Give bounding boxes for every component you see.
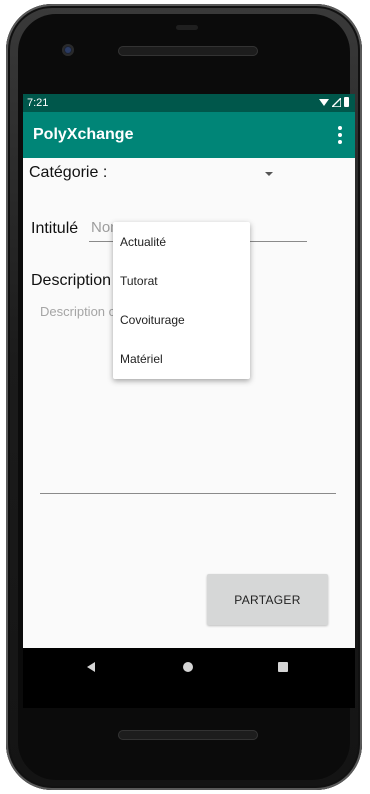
status-time: 7:21 <box>27 97 49 109</box>
category-option-materiel[interactable]: Matériel <box>113 339 250 378</box>
more-vert-icon[interactable] <box>337 126 343 144</box>
share-button[interactable]: PARTAGER <box>207 574 328 625</box>
front-camera <box>62 44 74 56</box>
title-label: Intitulé <box>31 220 79 237</box>
description-label: Description <box>31 272 112 289</box>
signal-icon <box>332 97 341 107</box>
app-title: PolyXchange <box>33 126 134 143</box>
category-dropdown-menu: Actualité Tutorat Covoiturage Matériel <box>113 222 250 379</box>
status-icons <box>319 97 349 107</box>
top-speaker-grille <box>118 46 258 56</box>
category-label: Catégorie : <box>29 164 108 181</box>
app-bar: PolyXchange <box>23 112 355 158</box>
back-icon[interactable] <box>87 662 95 672</box>
post-form: Catégorie : Intitulé Description PARTAGE… <box>23 158 355 648</box>
bottom-speaker-grille <box>118 730 258 740</box>
category-option-tutorat[interactable]: Tutorat <box>113 261 250 300</box>
category-option-covoiturage[interactable]: Covoiturage <box>113 300 250 339</box>
battery-icon <box>344 97 349 107</box>
device-screen: 7:21 PolyXchange Catégorie : Intitulé De… <box>23 94 355 708</box>
category-option-actualite[interactable]: Actualité <box>113 222 250 261</box>
recents-icon[interactable] <box>278 662 288 672</box>
status-bar: 7:21 <box>23 94 355 112</box>
wifi-icon <box>319 98 329 106</box>
category-spinner-arrow-icon[interactable] <box>265 172 273 176</box>
home-icon[interactable] <box>183 662 193 672</box>
navigation-bar <box>23 648 355 708</box>
earpiece-slot <box>176 25 198 30</box>
